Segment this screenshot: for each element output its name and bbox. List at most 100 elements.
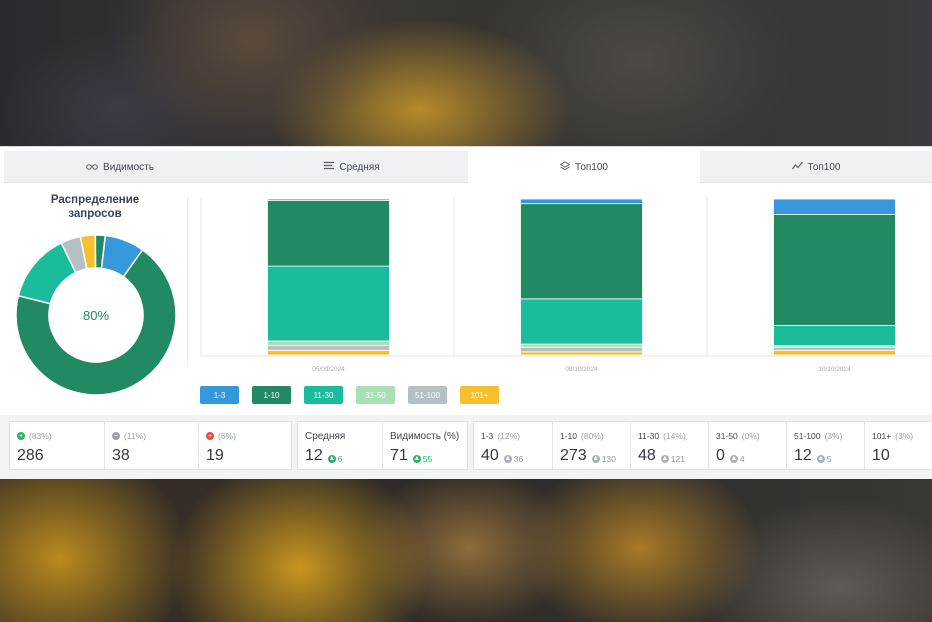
stacked-bar-chart: 05/09/2024 08/10/2024 10/10/2024: [200, 197, 932, 373]
legend-item-51-100[interactable]: 51-100: [408, 386, 447, 404]
stat-range-11-30: 11-30 (14%) 48 ▲ 121: [630, 422, 708, 469]
range-pct: (14%): [663, 431, 686, 441]
range-label: 1-3: [481, 431, 494, 441]
stat-value: 71: [390, 447, 408, 464]
arrow-icon: ▲: [816, 454, 825, 463]
range-value: 273: [560, 447, 587, 464]
lines-icon: [324, 161, 335, 173]
stat-value: 38: [112, 447, 130, 464]
bar-segment-11-30[interactable]: [267, 265, 390, 342]
arrow-icon: ▲: [660, 454, 669, 463]
range-value: 0: [716, 447, 725, 464]
legend-item-11-30[interactable]: 11-30: [304, 386, 343, 404]
glasses-icon: [86, 162, 98, 173]
stat-value: 286: [17, 447, 44, 464]
stat-improved: + (83%) 286: [10, 422, 104, 469]
donut-title: Распределение запросов: [50, 194, 140, 220]
tab-top100[interactable]: Топ100: [468, 151, 700, 183]
trend-icon: [791, 161, 803, 173]
bar-segment-101-plus[interactable]: [773, 349, 896, 356]
range-delta: 4: [739, 453, 745, 464]
bar-segment-1-3[interactable]: [520, 198, 643, 205]
range-value: 48: [638, 447, 656, 464]
bar-segment-31-50[interactable]: [520, 343, 643, 348]
bar-segment-1-10[interactable]: [520, 203, 643, 300]
arrow-icon: ▲: [729, 454, 738, 463]
stat-average: Средняя 12 ▲ 6: [298, 422, 382, 469]
range-value: 12: [794, 447, 812, 464]
bar-segment-1-10[interactable]: [773, 214, 896, 326]
stat-pct: (11%): [124, 431, 147, 441]
range-pct: (80%): [581, 431, 604, 441]
range-label: 101+: [872, 431, 892, 441]
stat-delta: 55: [422, 453, 433, 464]
stat-visibility: Видимость (%) 71 ▲ 55: [382, 422, 468, 469]
bar-segment-101-plus[interactable]: [267, 349, 390, 356]
distribution-donut: 80%: [14, 233, 178, 397]
range-value: 10: [872, 447, 890, 464]
bar-segment-51-100[interactable]: [773, 346, 896, 351]
legend-item-31-50[interactable]: 31-50: [356, 386, 395, 404]
stat-range-1-3: 1-3 (12%) 40 ▲ 36: [474, 422, 552, 469]
range-pct: (3%): [895, 431, 914, 441]
arrow-icon: ▲: [503, 454, 512, 463]
stats-strip: + (83%) 286 − (11%) 38 + (6%) 19 Средняя 12…: [0, 415, 932, 479]
range-pct: (0%): [741, 431, 760, 441]
x-tick-label: 10/10/2024: [818, 366, 851, 373]
tab-label: Топ100: [807, 161, 841, 173]
chart-legend: 1-3 1-10 11-30 31-50 51-100 101+: [200, 386, 499, 404]
plus-icon: +: [17, 432, 25, 440]
bar-segment-51-100[interactable]: [267, 345, 390, 351]
bar-segment-1-3[interactable]: [267, 198, 390, 201]
bar-segment-101-plus[interactable]: [520, 351, 643, 356]
stat-range-51-100: 51-100 (3%) 12 ▲ 5: [786, 422, 864, 469]
range-pct: (3%): [824, 431, 843, 441]
range-delta: 36: [513, 453, 524, 464]
stat-delta: 6: [337, 453, 343, 464]
background-photo-bottom: [0, 478, 932, 622]
positions-card: + (83%) 286 − (11%) 38 + (6%) 19: [9, 421, 292, 470]
minus-icon: −: [112, 432, 120, 440]
bar-segment-11-30[interactable]: [773, 324, 896, 347]
range-delta: 5: [826, 453, 832, 464]
tab-bar: Видимость Средняя Топ100 Топ100: [4, 151, 932, 183]
stat-value: 19: [206, 447, 224, 464]
bar-segment-51-100[interactable]: [520, 346, 643, 353]
range-delta: 130: [601, 453, 616, 464]
legend-item-1-3[interactable]: 1-3: [200, 386, 239, 404]
tab-visibility[interactable]: Видимость: [4, 151, 236, 183]
stat-label: Средняя: [305, 430, 346, 442]
range-label: 1-10: [560, 431, 578, 441]
legend-item-101-plus[interactable]: 101+: [460, 386, 499, 404]
stat-range-1-10: 1-10 (80%) 273 ▲ 130: [552, 422, 630, 469]
x-tick-label: 05/09/2024: [312, 366, 345, 373]
bar-segment-31-50[interactable]: [267, 340, 390, 347]
range-delta: 121: [670, 453, 685, 464]
arrow-up-icon: ▲: [412, 454, 421, 463]
stat-declined: + (6%) 19: [198, 422, 292, 469]
tab-top100-trend[interactable]: Топ100: [700, 151, 932, 183]
tab-label: Видимость: [103, 161, 154, 173]
stat-pct: (83%): [29, 431, 52, 441]
tab-average[interactable]: Средняя: [236, 151, 468, 183]
layers-icon: [559, 160, 571, 174]
range-pct: (12%): [497, 431, 520, 441]
stat-range-101-plus: 101+ (3%) 10: [864, 422, 932, 469]
donut-center-label: 80%: [82, 307, 110, 323]
stat-label: Видимость (%): [390, 430, 460, 442]
arrow-icon: ▲: [591, 454, 600, 463]
stat-pct: (6%): [218, 431, 236, 441]
range-label: 51-100: [794, 431, 821, 441]
legend-item-1-10[interactable]: 1-10: [252, 386, 291, 404]
range-value: 40: [481, 447, 499, 464]
bar-segment-1-10[interactable]: [267, 200, 390, 267]
bar-segment-11-30[interactable]: [520, 298, 643, 345]
ranges-card: 1-3 (12%) 40 ▲ 36 1-10 (80%) 273 ▲ 130 11-30 (1…: [473, 421, 932, 470]
background-photo-top: [0, 0, 932, 150]
plus-icon: +: [206, 432, 214, 440]
stat-range-31-50: 31-50 (0%) 0 ▲ 4: [708, 422, 786, 469]
stat-unchanged: − (11%) 38: [104, 422, 198, 469]
divider: [187, 197, 188, 367]
tab-label: Топ100: [575, 161, 608, 173]
bar-segment-1-3[interactable]: [773, 198, 896, 216]
